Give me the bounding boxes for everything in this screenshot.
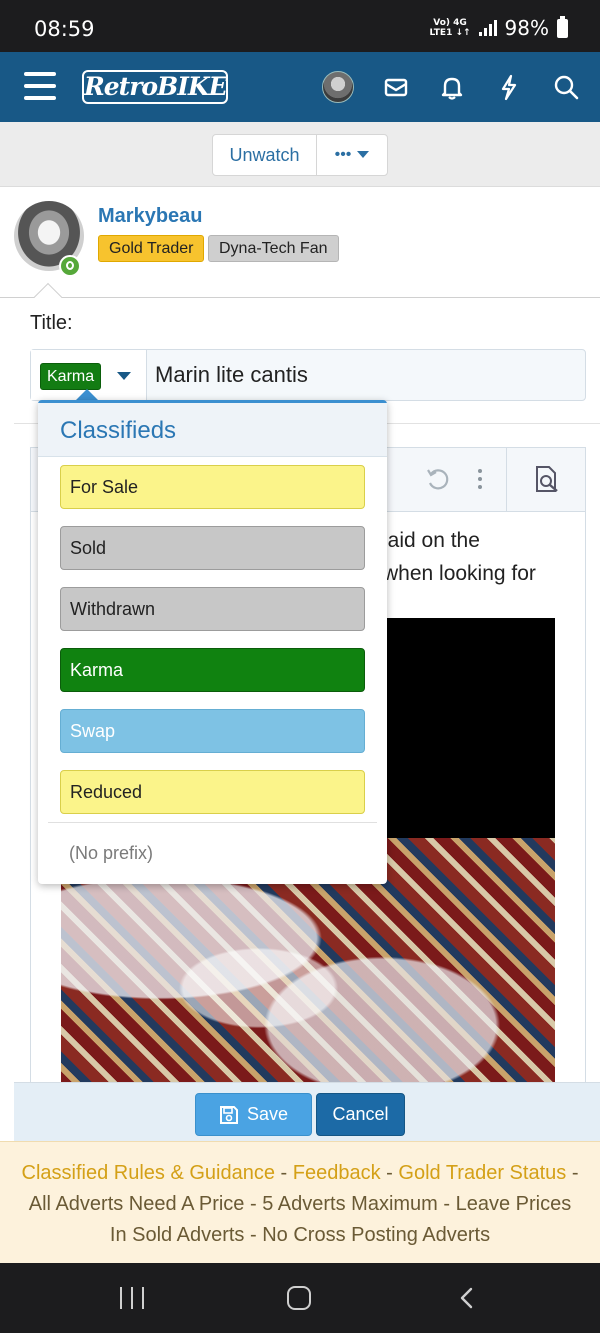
message-pointer bbox=[33, 282, 63, 312]
notice-link-rules[interactable]: Classified Rules & Guidance bbox=[22, 1162, 275, 1184]
form-divider bbox=[0, 297, 600, 298]
editor-text-line-2: when looking for bbox=[383, 562, 536, 585]
title-label: Title: bbox=[30, 312, 73, 334]
notice-rule: All Adverts Need A Price bbox=[28, 1193, 245, 1215]
search-icon[interactable] bbox=[551, 72, 581, 102]
attached-photo-dark bbox=[387, 618, 555, 838]
mail-icon[interactable] bbox=[381, 72, 411, 102]
notice-rule: No Cross Posting Adverts bbox=[262, 1224, 491, 1246]
menu-heading: Classifieds bbox=[60, 417, 177, 444]
account-avatar[interactable] bbox=[322, 71, 354, 103]
signal-icon bbox=[478, 20, 497, 36]
save-button[interactable]: Save bbox=[195, 1093, 312, 1136]
selected-prefix: Karma bbox=[40, 363, 102, 390]
site-logo[interactable]: RetroBIKE bbox=[82, 70, 228, 104]
status-right: Vo) 4G LTE1 ↓↑ 98% bbox=[430, 15, 568, 40]
prefix-option-withdrawn[interactable]: Withdrawn bbox=[60, 587, 365, 631]
recents-icon[interactable] bbox=[120, 1287, 144, 1309]
thread-action-group: Unwatch ••• bbox=[212, 134, 388, 176]
prefix-dropdown-menu: Classifieds For Sale Sold Withdrawn Karm… bbox=[38, 400, 387, 884]
home-icon[interactable] bbox=[287, 1286, 311, 1310]
thread-actions-row: Unwatch ••• bbox=[0, 122, 600, 186]
battery-icon bbox=[557, 15, 568, 38]
more-vertical-icon[interactable] bbox=[477, 468, 483, 490]
preview-icon[interactable] bbox=[531, 464, 561, 494]
caret-down-icon bbox=[117, 372, 131, 380]
title-field: Karma bbox=[30, 349, 586, 401]
save-icon bbox=[219, 1105, 238, 1124]
title-input[interactable] bbox=[155, 362, 575, 388]
notice-link-gold-trader[interactable]: Gold Trader Status bbox=[398, 1162, 566, 1184]
editor-text-line-1: laid on the bbox=[383, 529, 480, 552]
battery-percent: 98% bbox=[504, 16, 549, 40]
online-status-icon bbox=[59, 255, 81, 277]
menu-pointer bbox=[76, 389, 98, 400]
system-nav-bar bbox=[0, 1263, 600, 1333]
network-line-2: LTE1 ↓↑ bbox=[429, 28, 471, 38]
notice-link-feedback[interactable]: Feedback bbox=[293, 1162, 381, 1184]
user-badge-dyna-tech-fan: Dyna-Tech Fan bbox=[208, 235, 339, 262]
network-indicator: Vo) 4G LTE1 ↓↑ bbox=[430, 18, 471, 38]
more-options-button[interactable]: ••• bbox=[317, 135, 387, 175]
status-bar: 08:59 Vo) 4G LTE1 ↓↑ 98% bbox=[0, 0, 600, 52]
menu-icon[interactable] bbox=[24, 72, 56, 100]
more-dots: ••• bbox=[334, 146, 352, 163]
prefix-option-karma[interactable]: Karma bbox=[60, 648, 365, 692]
app-header: RetroBIKE bbox=[0, 52, 600, 122]
lightning-icon[interactable] bbox=[494, 72, 524, 102]
notice-separator: - bbox=[244, 1193, 263, 1215]
prefix-option-swap[interactable]: Swap bbox=[60, 709, 365, 753]
notice-separator: - bbox=[244, 1224, 263, 1246]
network-line-1: Vo) 4G bbox=[433, 18, 467, 28]
prefix-option-reduced[interactable]: Reduced bbox=[60, 770, 365, 814]
form-action-bar: Save Cancel bbox=[14, 1082, 600, 1142]
undo-icon[interactable] bbox=[425, 466, 451, 492]
username[interactable]: Markybeau bbox=[98, 205, 203, 228]
user-badge-gold-trader: Gold Trader bbox=[98, 235, 205, 262]
toolbar-separator bbox=[506, 448, 507, 512]
back-icon[interactable] bbox=[458, 1287, 476, 1309]
notice-separator: - bbox=[566, 1162, 579, 1184]
unwatch-button[interactable]: Unwatch bbox=[213, 135, 317, 175]
notice-separator: - bbox=[437, 1193, 456, 1215]
editor-text: laid on the when looking for bbox=[383, 524, 583, 590]
prefix-option-none[interactable]: (No prefix) bbox=[69, 843, 153, 864]
bell-icon[interactable] bbox=[437, 72, 467, 102]
menu-header: Classifieds bbox=[38, 403, 387, 457]
notice-separator: - bbox=[274, 1162, 293, 1184]
notice-rule: 5 Adverts Maximum bbox=[262, 1193, 438, 1215]
save-label: Save bbox=[246, 1104, 289, 1124]
menu-divider bbox=[48, 822, 377, 823]
prefix-option-for-sale[interactable]: For Sale bbox=[60, 465, 365, 509]
prefix-option-sold[interactable]: Sold bbox=[60, 526, 365, 570]
cancel-button[interactable]: Cancel bbox=[316, 1093, 405, 1136]
status-time: 08:59 bbox=[34, 17, 95, 41]
chevron-down-icon bbox=[357, 151, 370, 158]
notice-separator: - bbox=[380, 1162, 399, 1184]
classified-notice: Classified Rules & Guidance - Feedback -… bbox=[0, 1141, 600, 1263]
